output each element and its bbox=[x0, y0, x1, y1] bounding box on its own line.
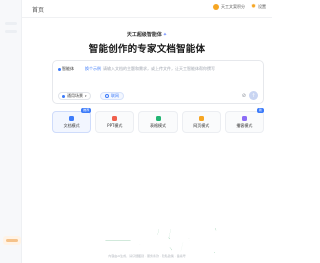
mode-badge: 推荐 bbox=[81, 108, 92, 113]
sidebar-item[interactable] bbox=[5, 30, 17, 33]
scene-select[interactable]: 通用场景 ▾ bbox=[58, 92, 91, 100]
globe-icon bbox=[105, 94, 109, 98]
sparkle-icon: ✦ bbox=[162, 32, 168, 38]
page-title: 首页 bbox=[32, 7, 45, 14]
table-icon bbox=[155, 115, 161, 121]
slides-icon bbox=[112, 115, 118, 121]
mode-podcast[interactable]: 新 播客模式 bbox=[224, 108, 265, 133]
agent-mode-tag[interactable]: 智能体 bbox=[58, 66, 74, 72]
mode-badge: 新 bbox=[257, 108, 265, 113]
paperclip-icon[interactable]: ⊘ bbox=[242, 93, 246, 99]
mode-label: 表格模式 bbox=[150, 122, 166, 128]
composer: 智能体 换个示例 请输入文档的主题和需求，或上传文件，让天工智能体帮你撰写 通用… bbox=[52, 60, 264, 104]
send-icon: ↑ bbox=[251, 92, 256, 99]
web-search-label: 联网 bbox=[111, 93, 119, 98]
mode-label: PPT模式 bbox=[107, 122, 123, 128]
mode-label: 播客模式 bbox=[236, 122, 253, 128]
mode-table[interactable]: 表格模式 bbox=[138, 111, 178, 133]
web-search-toggle[interactable]: 联网 bbox=[100, 92, 124, 100]
gear-icon: ✹ bbox=[250, 3, 256, 10]
credits-button[interactable]: 天工文案积分 bbox=[212, 4, 245, 10]
mode-ppt[interactable]: PPT模式 bbox=[95, 111, 135, 133]
mode-label: 网页模式 bbox=[193, 122, 210, 128]
mode-label: 文档模式 bbox=[63, 122, 80, 128]
topbar: 首页 天工文案积分 ✹ 设置 bbox=[22, 0, 272, 18]
footer-note: 内容由AI生成，请仔细甄别 · 服务条款 · 隐私政策 · 备案号 bbox=[108, 254, 186, 258]
hero-title: 智能创作的专家文档智能体 bbox=[88, 44, 206, 55]
sample-button[interactable]: 换个示例 bbox=[85, 66, 101, 72]
podcast-icon bbox=[241, 115, 247, 121]
mode-document[interactable]: 推荐 文档模式 bbox=[52, 108, 92, 133]
settings-button[interactable]: ✹ 设置 bbox=[251, 4, 266, 10]
sidebar-item[interactable] bbox=[5, 22, 17, 25]
chevron-down-icon: ▾ bbox=[85, 94, 87, 98]
send-button[interactable]: ↑ bbox=[249, 91, 258, 100]
document-icon bbox=[69, 115, 75, 121]
coin-icon bbox=[212, 4, 219, 10]
prompt-input[interactable]: 请输入文档的主题和需求，或上传文件，让天工智能体帮你撰写 bbox=[103, 66, 215, 72]
agent-mode-label: 智能体 bbox=[62, 66, 74, 71]
mode-list: 推荐 文档模式 PPT模式 表格模式 网页模式 新 播客模式 bbox=[52, 108, 265, 133]
brand-text: 天工超级智能体 bbox=[126, 32, 162, 38]
topbar-tools: 天工文案积分 ✹ 设置 bbox=[212, 4, 266, 10]
scene-icon bbox=[62, 94, 65, 98]
scene-label: 通用场景 bbox=[67, 93, 83, 98]
watermark-logo: 一号导航 bbox=[99, 224, 225, 258]
sidebar bbox=[0, 0, 22, 263]
brand-name: 天工超级智能体✦ bbox=[22, 31, 272, 38]
agent-icon bbox=[58, 67, 61, 71]
sidebar-item-active[interactable] bbox=[3, 236, 21, 245]
credits-label: 天工文案积分 bbox=[220, 4, 245, 9]
settings-label: 设置 bbox=[258, 4, 266, 9]
webpage-icon bbox=[198, 115, 204, 121]
mode-webpage[interactable]: 网页模式 bbox=[181, 111, 221, 133]
